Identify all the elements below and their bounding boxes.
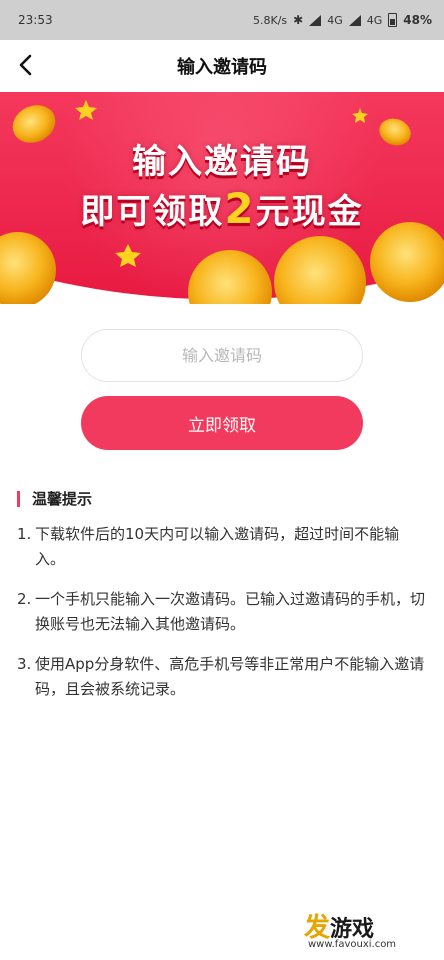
page-title: 输入邀请码 [177, 57, 267, 78]
watermark-url: www.favouxi.com [308, 939, 397, 950]
tips-accent-bar [17, 490, 20, 507]
battery-percent: 48% [403, 13, 432, 27]
network-type-2: 4G [366, 13, 383, 27]
promo-banner: 输入邀请码 即可领取2元现金 [0, 92, 444, 304]
tip-text: 使用App分身软件、高危手机号等非正常用户不能输入邀请码，且会被系统记录。 [35, 655, 425, 698]
net-speed: 5.8K/s [252, 13, 288, 27]
list-item: 1. 下载软件后的10天内可以输入邀请码，超过时间不能输入。 [17, 522, 427, 572]
banner-subtitle-prefix: 即可领取 [80, 192, 225, 232]
status-bar: 23:53 5.8K/s ✱ 4G 4G 48% [0, 0, 444, 40]
battery-icon [388, 13, 398, 27]
tip-text: 一个手机只能输入一次邀请码。已输入过邀请码的手机，切换账号也无法输入其他邀请码。 [35, 590, 426, 633]
watermark-logo: 发游戏 www.favouxi.com [300, 905, 440, 955]
list-item: 2. 一个手机只能输入一次邀请码。已输入过邀请码的手机，切换账号也无法输入其他邀… [17, 587, 427, 637]
signal-icon [309, 14, 322, 26]
banner-subtitle-suffix: 元现金 [255, 192, 364, 232]
status-time: 23:53 [18, 13, 53, 27]
tip-number: 2. [17, 590, 32, 608]
tip-number: 3. [17, 655, 32, 673]
chevron-left-icon [19, 54, 32, 76]
back-button[interactable] [14, 52, 40, 78]
banner-title: 输入邀请码 [132, 142, 312, 182]
tips-header: 温馨提示 [17, 488, 92, 509]
reward-amount: 2 [224, 184, 256, 233]
banner-subtitle: 即可领取2元现金 [0, 184, 444, 233]
network-type-1: 4G [327, 13, 343, 27]
list-item: 3. 使用App分身软件、高危手机号等非正常用户不能输入邀请码，且会被系统记录。 [17, 652, 427, 702]
bluetooth-icon: ✱ [293, 13, 304, 27]
tip-text: 下载软件后的10天内可以输入邀请码，超过时间不能输入。 [35, 525, 400, 568]
tips-title: 温馨提示 [32, 490, 93, 508]
signal-icon [348, 14, 361, 26]
tip-number: 1. [17, 525, 32, 543]
status-icons: 5.8K/s ✱ 4G 4G 48% [253, 13, 432, 27]
nav-bar: 输入邀请码 [0, 40, 444, 92]
invite-code-input[interactable] [81, 329, 363, 382]
claim-button[interactable]: 立即领取 [81, 396, 363, 450]
tips-list: 1. 下载软件后的10天内可以输入邀请码，超过时间不能输入。 2. 一个手机只能… [17, 522, 427, 717]
